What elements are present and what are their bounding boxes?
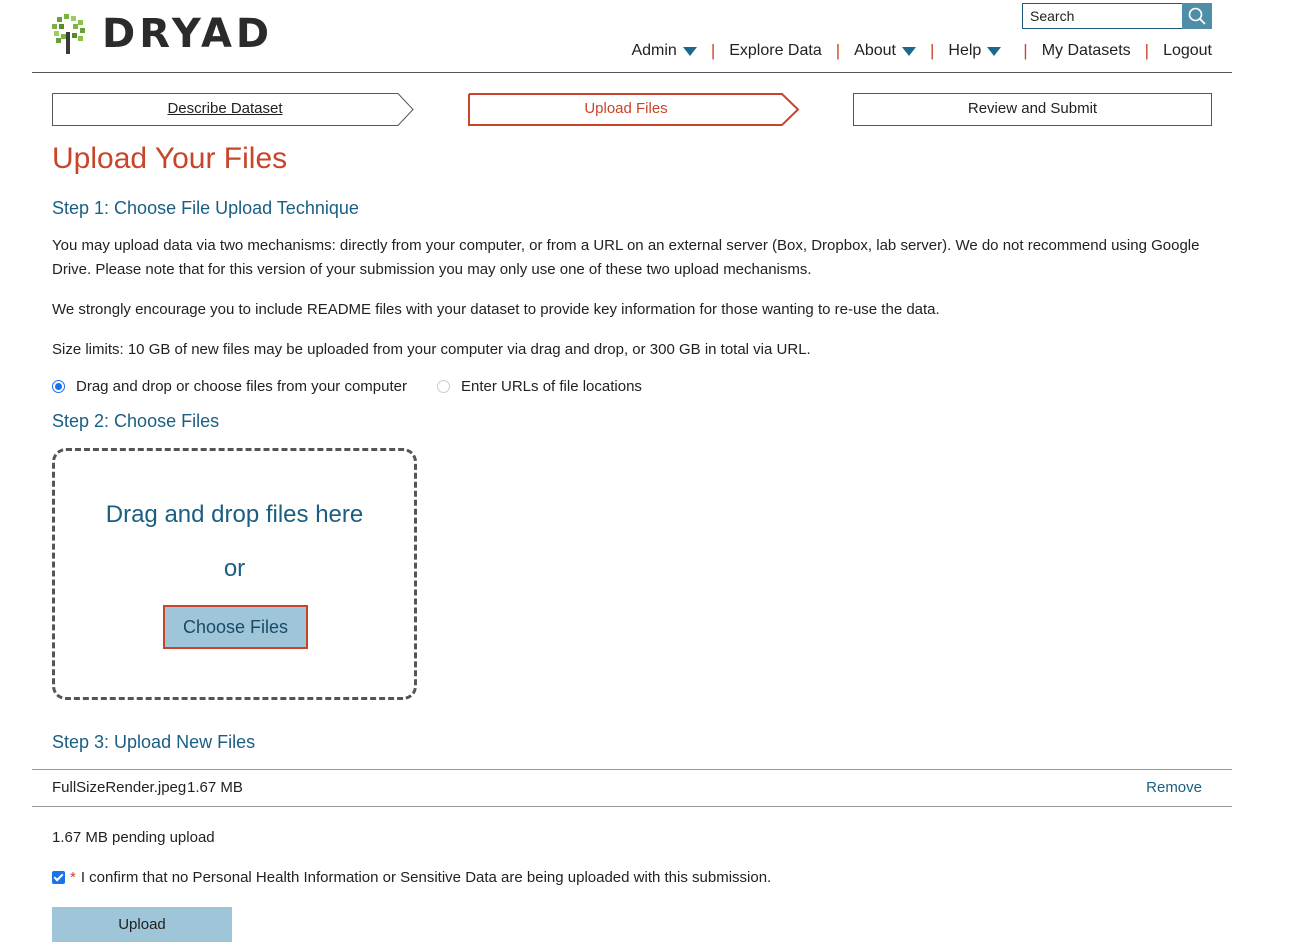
nav-about[interactable]: About: [854, 42, 916, 60]
search-input[interactable]: [1022, 3, 1182, 29]
radio-upload-computer[interactable]: Drag and drop or choose files from your …: [52, 378, 407, 395]
nav-explore-data[interactable]: Explore Data: [729, 42, 822, 60]
nav-admin[interactable]: Admin: [631, 42, 697, 60]
nav-separator: |: [929, 41, 935, 60]
step2-heading: Step 2: Choose Files: [52, 411, 220, 431]
step-describe-dataset[interactable]: Describe Dataset: [52, 93, 414, 126]
chevron-down-icon: [682, 46, 697, 56]
nav-my-datasets[interactable]: My Datasets: [1042, 42, 1131, 60]
logo-wordmark: DRYAD: [102, 11, 274, 57]
confirm-row: * I confirm that no Personal Health Info…: [52, 869, 771, 886]
dropzone-or: or: [223, 555, 246, 582]
choose-files-button[interactable]: Choose Files: [163, 605, 308, 649]
file-dropzone[interactable]: Drag and drop files here or Choose Files: [52, 448, 417, 700]
search-box: [1022, 3, 1212, 29]
upload-button[interactable]: Upload: [52, 907, 232, 942]
dryad-logo[interactable]: DRYAD: [52, 12, 273, 56]
remove-file-link[interactable]: Remove: [1146, 779, 1202, 796]
step-review-submit[interactable]: Review and Submit: [853, 93, 1212, 126]
radio-upload-urls[interactable]: Enter URLs of file locations: [437, 378, 642, 395]
file-name: FullSizeRender.jpeg: [52, 779, 187, 796]
step-upload-files[interactable]: Upload Files: [468, 93, 800, 126]
tree-logo-icon: [52, 14, 86, 54]
chevron-down-icon: [901, 46, 916, 56]
step3-heading: Step 3: Upload New Files: [52, 732, 256, 752]
intro-paragraph: You may upload data via two mechanisms: …: [52, 237, 1200, 278]
nav-separator: |: [710, 41, 716, 60]
nav-separator: |: [1144, 41, 1150, 60]
pending-upload-status: 1.67 MB pending upload: [52, 829, 215, 846]
page-title: Upload Your Files: [52, 142, 288, 175]
file-list-row: FullSizeRender.jpeg 1.67 MB Remove: [32, 769, 1232, 807]
step1-heading: Step 1: Choose File Upload Technique: [52, 198, 359, 218]
confirm-label: I confirm that no Personal Health Inform…: [80, 869, 772, 886]
file-size: 1.67 MB: [187, 779, 243, 796]
nav-separator: |: [835, 41, 841, 60]
main-nav: Admin | Explore Data | About | Help | My…: [631, 41, 1212, 61]
chevron-down-icon: [987, 46, 1002, 56]
dropzone-text: Drag and drop files here: [105, 501, 364, 528]
required-mark: *: [70, 869, 76, 886]
nav-help[interactable]: Help: [948, 42, 1002, 60]
radio-unselected-icon[interactable]: [437, 380, 450, 393]
confirm-checkbox[interactable]: [52, 871, 65, 884]
search-button[interactable]: [1182, 3, 1212, 29]
search-icon: [1188, 7, 1206, 25]
nav-separator: |: [1023, 41, 1028, 60]
size-limits-paragraph: Size limits: 10 GB of new files may be u…: [52, 341, 811, 358]
header-divider: [32, 72, 1232, 73]
radio-selected-icon[interactable]: [52, 380, 65, 393]
nav-logout[interactable]: Logout: [1163, 42, 1212, 60]
readme-paragraph: We strongly encourage you to include REA…: [52, 301, 940, 318]
